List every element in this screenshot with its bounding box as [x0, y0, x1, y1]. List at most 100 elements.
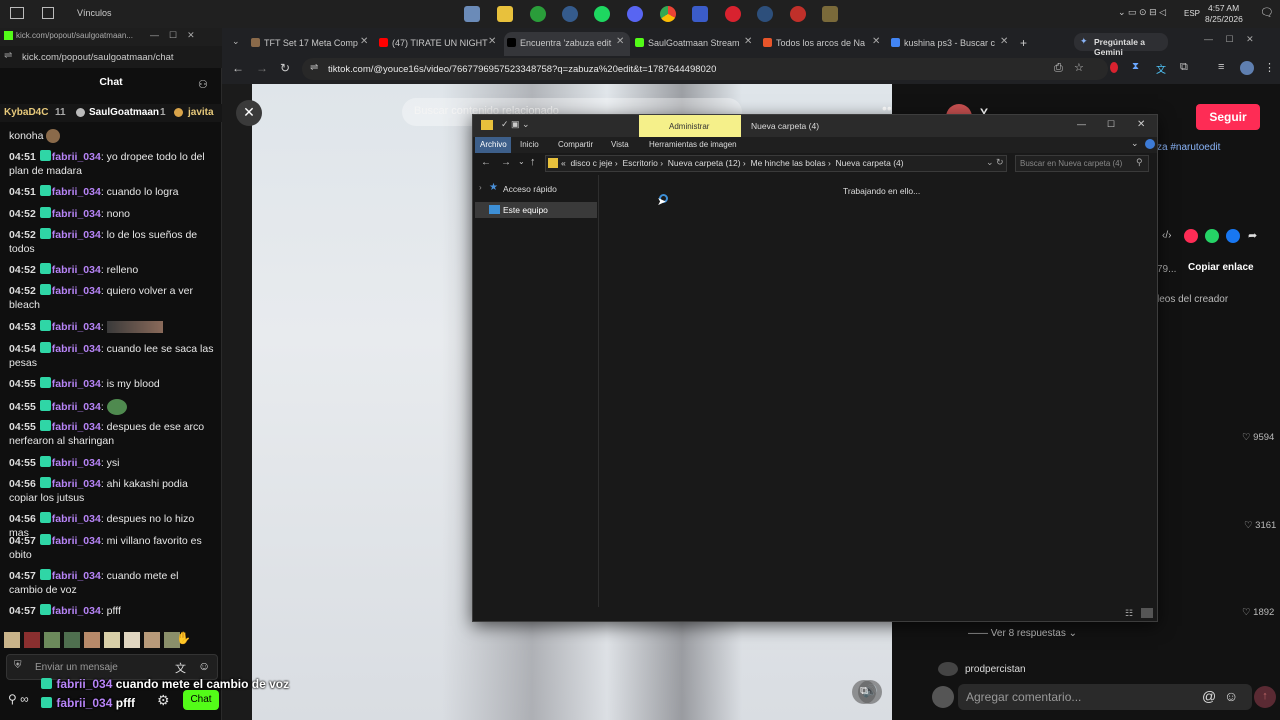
emote-icon[interactable] — [4, 632, 20, 648]
spotify-app-icon[interactable] — [594, 6, 610, 22]
chat-username[interactable]: fabrii_034 — [52, 208, 101, 220]
breadcrumb-item[interactable]: Nueva carpeta (12) — [668, 158, 741, 168]
chat-send-button[interactable]: Chat — [183, 690, 219, 710]
tiles-view-icon[interactable] — [1141, 608, 1153, 618]
browser-tab[interactable]: Encuentra 'zabuza edit — [504, 32, 630, 56]
ribbon-tab-home[interactable]: Inicio — [520, 140, 539, 149]
ribbon-tab-view[interactable]: Vista — [611, 140, 629, 149]
tab-close-icon[interactable]: ✕ — [744, 36, 752, 47]
chat-username[interactable]: fabrii_034 — [52, 401, 101, 413]
install-icon[interactable]: ⎙ — [1054, 62, 1063, 75]
emote-icon[interactable] — [44, 632, 60, 648]
explorer-close[interactable]: ✕ — [1137, 119, 1145, 130]
gear-icon[interactable]: ⚙ — [157, 692, 170, 709]
explorer-forward-icon[interactable]: → — [501, 157, 511, 168]
mention-icon[interactable]: @ — [1202, 688, 1216, 704]
tab-search-icon[interactable]: ⌄ — [232, 36, 240, 47]
calendar-icon[interactable] — [42, 7, 54, 19]
creator-videos-tab[interactable]: leos del creador — [1157, 294, 1228, 305]
tab-close-icon[interactable]: ✕ — [360, 36, 368, 47]
browser-tab[interactable]: SaulGoatmaan Stream — [632, 32, 758, 56]
league-app-icon[interactable] — [822, 6, 838, 22]
clock-time[interactable]: 4:57 AM — [1208, 3, 1239, 13]
browser-window-controls[interactable]: — ☐ ✕ — [1204, 34, 1254, 45]
popout-url[interactable]: kick.com/popout/saulgoatmaan/chat — [22, 52, 174, 63]
recent-locations-icon[interactable]: ⌄ — [518, 157, 525, 166]
hand-icon[interactable]: ✋ — [176, 631, 191, 645]
chat-username[interactable]: fabrii_034 — [52, 513, 101, 525]
comment-like-count[interactable]: ♡ 9594 — [1242, 432, 1274, 443]
nav-this-pc[interactable]: Este equipo — [475, 202, 597, 218]
repost-icon[interactable] — [1184, 229, 1198, 243]
steam-app-icon[interactable] — [562, 6, 578, 22]
contextual-tab-admin[interactable]: Administrar — [639, 115, 741, 137]
chat-username[interactable]: fabrii_034 — [52, 151, 101, 163]
settings-row-icons[interactable]: ⚲ ∞ — [8, 692, 29, 706]
comment-input[interactable]: Agregar comentario... @ ☺ — [958, 684, 1252, 710]
commenter-avatar[interactable] — [938, 662, 958, 676]
chat-username[interactable]: fabrii_034 — [52, 229, 101, 241]
leader-user-3[interactable]: javita — [188, 107, 214, 118]
breadcrumb-item[interactable]: Nueva carpeta (4) — [836, 158, 904, 168]
explorer-minimize[interactable]: — — [1077, 119, 1086, 129]
chat-users-icon[interactable]: ⚇ — [198, 78, 208, 91]
post-comment-icon[interactable]: ↑ — [1254, 686, 1276, 708]
window-icon[interactable] — [10, 7, 24, 19]
menu-icon[interactable]: ⋮ — [1264, 61, 1275, 74]
folder-app-icon[interactable] — [497, 6, 513, 22]
extensions-puzzle-icon[interactable]: ⧉ — [1180, 61, 1188, 74]
expand-icon[interactable]: › — [479, 183, 482, 192]
emoji-icon[interactable]: ☺ — [198, 659, 210, 673]
explorer-back-icon[interactable]: ← — [481, 157, 491, 168]
commenter-name[interactable]: prodpercistan — [965, 664, 1026, 675]
discord-app-icon[interactable] — [627, 6, 643, 22]
extension-icon[interactable]: ⧗ — [1132, 61, 1139, 72]
view-replies-button[interactable]: —— Ver 8 respuestas ⌄ — [968, 628, 1077, 639]
chat-username[interactable]: fabrii_034 — [52, 570, 101, 582]
browser-tab[interactable]: Todos los arcos de Na — [760, 32, 886, 56]
tab-close-icon[interactable]: ✕ — [488, 36, 496, 47]
steam2-app-icon[interactable] — [757, 6, 773, 22]
breadcrumb-item[interactable]: disco c jeje — [570, 158, 612, 168]
address-url[interactable]: tiktok.com/@youce16s/video/7667796957523… — [328, 64, 716, 75]
gemini-button[interactable]: ✦ Pregúntale a Gemini — [1074, 33, 1168, 57]
chat-username[interactable]: fabrii_034 — [52, 343, 101, 355]
media-icon[interactable]: ≡ — [1218, 61, 1224, 73]
profile-avatar[interactable] — [1240, 61, 1254, 75]
search-icon[interactable]: ⚲ — [1136, 157, 1143, 168]
details-view-icon[interactable]: ☷ — [1125, 608, 1133, 619]
breadcrumb-item[interactable]: Escritorio — [622, 158, 657, 168]
back-icon[interactable]: ← — [232, 61, 244, 75]
leader-user-2[interactable]: SaulGoatmaan — [89, 107, 159, 118]
up-folder-icon[interactable]: ↑ — [530, 156, 536, 168]
extension-icon[interactable] — [1110, 62, 1118, 73]
help-icon[interactable] — [1145, 139, 1155, 149]
explorer-maximize[interactable]: ☐ — [1107, 119, 1115, 130]
address-dropdown-icon[interactable]: ⌄ ↻ — [986, 157, 1004, 168]
comment-input-placeholder[interactable]: Agregar comentario... — [966, 690, 1081, 704]
xbox-app-icon[interactable] — [530, 6, 546, 22]
tray-icons[interactable]: ⌄ ▭ ⊙ ⊟ ◁ — [1118, 7, 1166, 18]
emote-icon[interactable] — [144, 632, 160, 648]
new-tab-button[interactable]: + — [1020, 36, 1027, 50]
embed-icon[interactable]: ‹/› — [1162, 230, 1171, 241]
tab-close-icon[interactable]: ✕ — [616, 36, 624, 47]
explorer-address-bar[interactable]: « disco c jeje › Escritorio › Nueva carp… — [545, 155, 1007, 172]
notification-icon[interactable]: 🗨 — [1260, 6, 1274, 19]
ribbon-expand-icon[interactable]: ⌄ — [1131, 138, 1139, 149]
site-info-icon[interactable]: ⇌ — [4, 50, 12, 61]
ribbon-tab-file[interactable]: Archivo — [475, 137, 511, 153]
chat-username[interactable]: fabrii_034 — [52, 264, 101, 276]
quick-access-toolbar[interactable]: ✓ ▣ ⌄ — [501, 119, 530, 130]
browser-tab[interactable]: TFT Set 17 Meta Comp — [248, 32, 374, 56]
chrome-app-icon[interactable] — [660, 6, 676, 22]
shield-icon[interactable]: ⛨ — [14, 660, 22, 671]
miniplayer-icon[interactable]: ⧉ — [852, 680, 876, 704]
explorer-search-placeholder[interactable]: Buscar en Nueva carpeta (4) — [1020, 159, 1122, 168]
translate-icon[interactable]: 文 — [175, 660, 186, 676]
chat-username[interactable]: fabrii_034 — [52, 605, 101, 617]
breadcrumb-item[interactable]: Me hinche las bolas — [750, 158, 825, 168]
record-app-icon[interactable] — [790, 6, 806, 22]
leader-user-1[interactable]: KybaD4C — [4, 107, 48, 118]
comment-like-count[interactable]: ♡ 3161 — [1244, 520, 1276, 531]
